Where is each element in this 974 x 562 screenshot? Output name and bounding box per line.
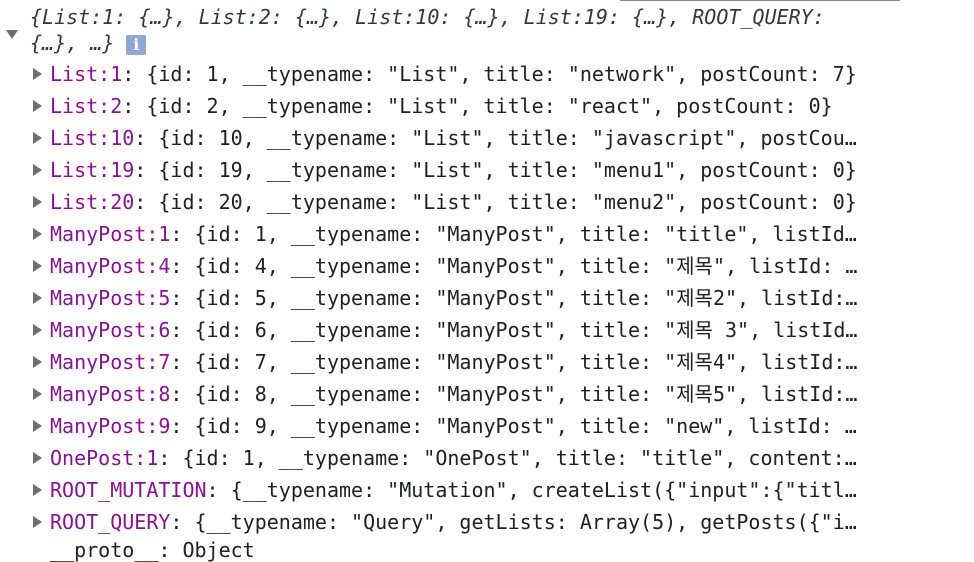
property-content: ROOT_QUERY: {__typename: "Query", getLis… xyxy=(50,510,857,534)
expand-arrow-icon[interactable] xyxy=(33,420,42,432)
property-row[interactable]: ManyPost:9: {id: 9, __typename: "ManyPos… xyxy=(0,410,974,442)
property-row[interactable]: List:20: {id: 20, __typename: "List", ti… xyxy=(0,186,974,218)
expand-arrow-icon[interactable] xyxy=(33,228,42,240)
property-row[interactable]: ROOT_QUERY: {__typename: "Query", getLis… xyxy=(0,506,974,538)
property-row[interactable]: ManyPost:5: {id: 5, __typename: "ManyPos… xyxy=(0,282,974,314)
property-content: ManyPost:7: {id: 7, __typename: "ManyPos… xyxy=(50,350,858,374)
property-value: {id: 19, __typename: "List", title: "men… xyxy=(158,158,857,182)
property-content: ManyPost:8: {id: 8, __typename: "ManyPos… xyxy=(50,382,858,406)
property-value: {__typename: "Query", getLists: Array(5)… xyxy=(194,510,857,534)
property-content: OnePost:1: {id: 1, __typename: "OnePost"… xyxy=(50,446,857,470)
expand-arrow-icon[interactable] xyxy=(33,516,42,528)
summary-line-2: {…}, …} xyxy=(30,31,115,55)
property-row[interactable]: ManyPost:1: {id: 1, __typename: "ManyPos… xyxy=(0,218,974,250)
property-key: List:1 xyxy=(50,62,123,86)
property-row[interactable]: ManyPost:8: {id: 8, __typename: "ManyPos… xyxy=(0,378,974,410)
property-content: List:20: {id: 20, __typename: "List", ti… xyxy=(50,190,857,214)
property-value: {id: 20, __typename: "List", title: "men… xyxy=(158,190,857,214)
expand-arrow-icon[interactable] xyxy=(33,164,42,176)
property-value: {id: 8, __typename: "ManyPost", title: "… xyxy=(194,382,858,406)
property-content: List:2: {id: 2, __typename: "List", titl… xyxy=(50,94,833,118)
property-row[interactable]: ManyPost:6: {id: 6, __typename: "ManyPos… xyxy=(0,314,974,346)
property-key: ManyPost:7 xyxy=(50,350,171,374)
property-value: {id: 9, __typename: "ManyPost", title: "… xyxy=(194,414,857,438)
expand-arrow-icon[interactable] xyxy=(33,292,42,304)
property-value: {id: 10, __typename: "List", title: "jav… xyxy=(158,126,857,150)
property-key: List:20 xyxy=(50,190,135,214)
property-key: List:2 xyxy=(50,94,123,118)
property-content: ManyPost:4: {id: 4, __typename: "ManyPos… xyxy=(50,254,858,278)
property-key: ManyPost:1 xyxy=(50,222,171,246)
property-row[interactable]: OnePost:1: {id: 1, __typename: "OnePost"… xyxy=(0,442,974,474)
property-row[interactable]: List:19: {id: 19, __typename: "List", ti… xyxy=(0,154,974,186)
info-icon[interactable]: i xyxy=(126,34,147,55)
property-value: {id: 1, __typename: "List", title: "netw… xyxy=(146,62,857,86)
property-content: ManyPost:1: {id: 1, __typename: "ManyPos… xyxy=(50,222,857,246)
property-content: ROOT_MUTATION: {__typename: "Mutation", … xyxy=(50,478,857,502)
object-summary[interactable]: {List:1: {…}, List:2: {…}, List:10: {…},… xyxy=(30,4,825,56)
expand-arrow-icon[interactable] xyxy=(33,356,42,368)
collapse-arrow-icon[interactable] xyxy=(6,30,18,39)
proto-row-partial: __proto__: Object xyxy=(50,538,255,562)
property-content: ManyPost:9: {id: 9, __typename: "ManyPos… xyxy=(50,414,857,438)
property-value: {id: 1, __typename: "OnePost", title: "t… xyxy=(182,446,857,470)
expand-arrow-icon[interactable] xyxy=(33,324,42,336)
property-content: ManyPost:5: {id: 5, __typename: "ManyPos… xyxy=(50,286,858,310)
expand-arrow-icon[interactable] xyxy=(33,132,42,144)
property-value: {id: 7, __typename: "ManyPost", title: "… xyxy=(194,350,858,374)
expand-arrow-icon[interactable] xyxy=(33,388,42,400)
property-key: List:19 xyxy=(50,158,135,182)
expand-arrow-icon[interactable] xyxy=(33,68,42,80)
property-value: {id: 6, __typename: "ManyPost", title: "… xyxy=(194,318,858,342)
property-list: List:1: {id: 1, __typename: "List", titl… xyxy=(0,58,974,538)
expand-arrow-icon[interactable] xyxy=(33,260,42,272)
property-row[interactable]: List:1: {id: 1, __typename: "List", titl… xyxy=(0,58,974,90)
property-key: ManyPost:4 xyxy=(50,254,171,278)
expand-arrow-icon[interactable] xyxy=(33,452,42,464)
property-row[interactable]: ROOT_MUTATION: {__typename: "Mutation", … xyxy=(0,474,974,506)
property-content: ManyPost:6: {id: 6, __typename: "ManyPos… xyxy=(50,318,858,342)
property-value: {__typename: "Mutation", createList({"in… xyxy=(230,478,857,502)
property-row[interactable]: ManyPost:4: {id: 4, __typename: "ManyPos… xyxy=(0,250,974,282)
property-key: ROOT_MUTATION xyxy=(50,478,207,502)
top-divider xyxy=(620,0,900,1)
property-row[interactable]: List:10: {id: 10, __typename: "List", ti… xyxy=(0,122,974,154)
property-key: OnePost:1 xyxy=(50,446,159,470)
property-key: ManyPost:5 xyxy=(50,286,171,310)
property-key: ManyPost:9 xyxy=(50,414,171,438)
property-key: List:10 xyxy=(50,126,135,150)
expand-arrow-icon[interactable] xyxy=(33,100,42,112)
property-key: ManyPost:8 xyxy=(50,382,171,406)
property-value: {id: 2, __typename: "List", title: "reac… xyxy=(146,94,833,118)
property-value: {id: 1, __typename: "ManyPost", title: "… xyxy=(194,222,857,246)
property-row[interactable]: ManyPost:7: {id: 7, __typename: "ManyPos… xyxy=(0,346,974,378)
property-value: {id: 5, __typename: "ManyPost", title: "… xyxy=(194,286,858,310)
property-content: List:19: {id: 19, __typename: "List", ti… xyxy=(50,158,857,182)
property-key: ManyPost:6 xyxy=(50,318,171,342)
property-content: List:10: {id: 10, __typename: "List", ti… xyxy=(50,126,857,150)
property-content: List:1: {id: 1, __typename: "List", titl… xyxy=(50,62,857,86)
property-value: {id: 4, __typename: "ManyPost", title: "… xyxy=(194,254,858,278)
property-row[interactable]: List:2: {id: 2, __typename: "List", titl… xyxy=(0,90,974,122)
expand-arrow-icon[interactable] xyxy=(33,484,42,496)
expand-arrow-icon[interactable] xyxy=(33,196,42,208)
summary-line-1: {List:1: {…}, List:2: {…}, List:10: {…},… xyxy=(30,5,825,29)
property-key: ROOT_QUERY xyxy=(50,510,171,534)
